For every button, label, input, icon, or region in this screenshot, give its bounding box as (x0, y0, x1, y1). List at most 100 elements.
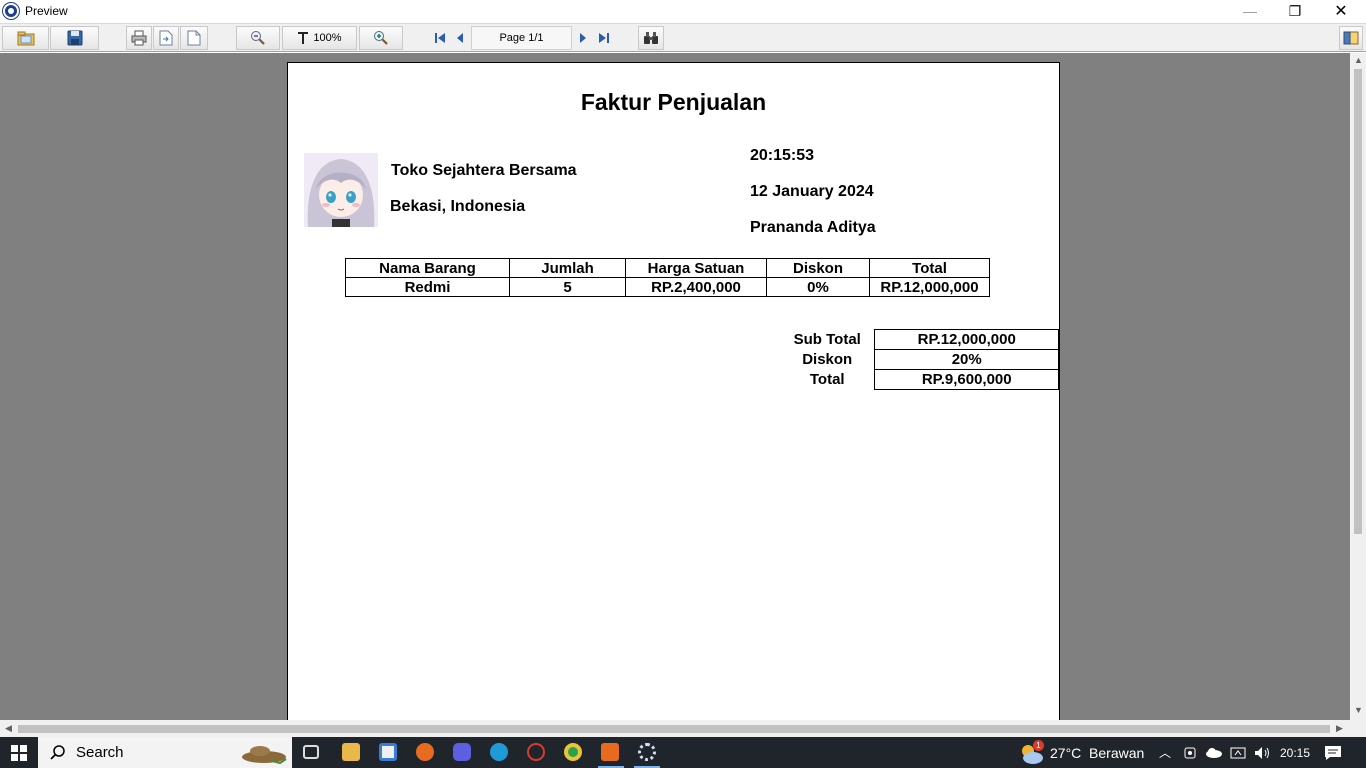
zoom-scale-icon (298, 32, 309, 44)
open-folder-icon (17, 31, 34, 46)
scroll-left-icon[interactable]: ◀ (5, 723, 12, 734)
discount-value: 20% (874, 349, 1059, 370)
invoice-date: 12 January 2024 (750, 183, 874, 200)
panel-icon (1343, 31, 1359, 45)
subtotal-value: RP.12,000,000 (874, 329, 1059, 350)
export-button[interactable] (153, 26, 179, 50)
total-value: RP.9,600,000 (874, 369, 1059, 390)
close-button[interactable]: ✕ (1318, 0, 1364, 22)
first-page-icon (435, 33, 445, 43)
weather-badge: 1 (1033, 740, 1044, 751)
zoom-out-icon (251, 31, 265, 45)
chrome-icon[interactable] (564, 743, 582, 761)
zoom-level-button[interactable]: 100% (282, 26, 357, 50)
window-title: Preview (25, 4, 68, 18)
store-name: Toko Sejahtera Bersama (391, 162, 577, 179)
invoice-time: 20:15:53 (750, 147, 815, 164)
notification-center-icon[interactable] (1324, 737, 1342, 768)
zoom-level: 100% (313, 32, 342, 44)
scroll-right-icon[interactable]: ▶ (1336, 723, 1343, 734)
clock[interactable]: 20:15 (1280, 737, 1310, 768)
zoom-in-button[interactable] (359, 26, 403, 50)
total-label: Total (809, 371, 845, 388)
xampp-icon[interactable] (601, 743, 619, 761)
scroll-corner (1350, 720, 1366, 737)
item-name-cell: Redmi (345, 277, 510, 297)
store-icon[interactable] (379, 743, 397, 761)
taskbar: Search 1 27°C Berawan ︿ 20:15 (0, 737, 1366, 768)
column-header: Total (869, 258, 990, 278)
zoom-in-icon (374, 31, 388, 45)
start-button[interactable] (0, 737, 38, 768)
title-bar: Preview — ❐ ✕ (0, 0, 1366, 22)
sidebar-toggle-button[interactable] (1339, 26, 1363, 50)
search-icon (50, 744, 65, 760)
file-explorer-icon[interactable] (342, 743, 360, 761)
search-box[interactable]: Search (38, 737, 292, 768)
find-button[interactable] (638, 26, 664, 50)
prev-page-button[interactable] (451, 26, 469, 50)
scroll-up-icon[interactable]: ▲ (1354, 55, 1363, 65)
toolbar: 100% Page 1/1 (0, 23, 1366, 52)
table-row: Redmi 5 RP.2,400,000 0% RP.12,000,000 (345, 277, 990, 297)
weather-text: 27°C Berawan (1050, 744, 1145, 761)
vertical-scrollbar[interactable]: ▲ ▼ (1350, 53, 1366, 720)
minimize-button[interactable]: — (1227, 0, 1273, 22)
app-icon (3, 3, 19, 19)
horizontal-scrollbar[interactable]: ◀ ▶ (0, 720, 1350, 737)
firefox-icon[interactable] (416, 743, 434, 761)
item-discount-cell: 0% (766, 277, 870, 297)
binoculars-icon (644, 32, 658, 44)
cashier-name: Prananda Aditya (750, 219, 876, 236)
total-row: Total RP.9,600,000 (792, 369, 1059, 390)
report-page: Faktur Penjualan Toko Sejahtera Bersama … (287, 62, 1060, 720)
weather-widget[interactable]: 1 27°C Berawan (1018, 737, 1144, 768)
tray-overflow-icon[interactable]: ︿ (1159, 737, 1171, 768)
search-highlight-icon (242, 746, 287, 765)
subtotal-label: Sub Total (793, 331, 861, 348)
discount-label: Diskon (802, 351, 853, 368)
column-header: Harga Satuan (625, 258, 767, 278)
page-icon (187, 30, 201, 46)
last-page-icon (599, 33, 609, 43)
restore-button[interactable]: ❐ (1272, 0, 1318, 22)
column-header: Nama Barang (345, 258, 510, 278)
scroll-down-icon[interactable]: ▼ (1354, 705, 1363, 715)
zoom-out-button[interactable] (236, 26, 280, 50)
item-price-cell: RP.2,400,000 (625, 277, 767, 297)
meet-now-icon[interactable] (1183, 737, 1197, 768)
subtotal-row: Sub Total RP.12,000,000 (792, 329, 1059, 350)
column-header: Diskon (766, 258, 870, 278)
windows-logo-icon (11, 744, 27, 761)
onedrive-icon[interactable] (1205, 737, 1223, 768)
horizontal-scroll-thumb[interactable] (18, 725, 1330, 733)
item-total-cell: RP.12,000,000 (869, 277, 990, 297)
edge-icon[interactable] (490, 743, 508, 761)
page-indicator: Page 1/1 (471, 26, 572, 50)
first-page-button[interactable] (430, 26, 450, 50)
vertical-scroll-thumb[interactable] (1354, 69, 1362, 534)
next-page-icon (580, 33, 586, 43)
store-location: Bekasi, Indonesia (390, 198, 526, 215)
task-view-icon[interactable] (303, 745, 319, 759)
save-button[interactable] (50, 26, 99, 50)
item-qty-cell: 5 (509, 277, 626, 297)
volume-icon[interactable] (1253, 737, 1271, 768)
network-icon[interactable] (1230, 737, 1246, 768)
save-disk-icon (67, 30, 82, 46)
table-header-row: Nama Barang Jumlah Harga Satuan Diskon T… (345, 258, 990, 278)
next-page-button[interactable] (574, 26, 592, 50)
print-button[interactable] (126, 26, 152, 50)
open-button[interactable] (2, 26, 49, 50)
page-setup-button[interactable] (180, 26, 208, 50)
antivirus-icon[interactable] (527, 743, 545, 761)
search-label: Search (76, 744, 124, 761)
app-launcher-icon[interactable] (453, 743, 471, 761)
last-page-button[interactable] (594, 26, 614, 50)
discount-row: Diskon 20% (792, 349, 1059, 370)
export-page-icon (159, 30, 173, 46)
printer-icon (131, 30, 147, 46)
preview-app-icon[interactable] (638, 743, 656, 761)
items-table: Nama Barang Jumlah Harga Satuan Diskon T… (345, 258, 990, 297)
invoice-title: Faktur Penjualan (580, 89, 767, 115)
